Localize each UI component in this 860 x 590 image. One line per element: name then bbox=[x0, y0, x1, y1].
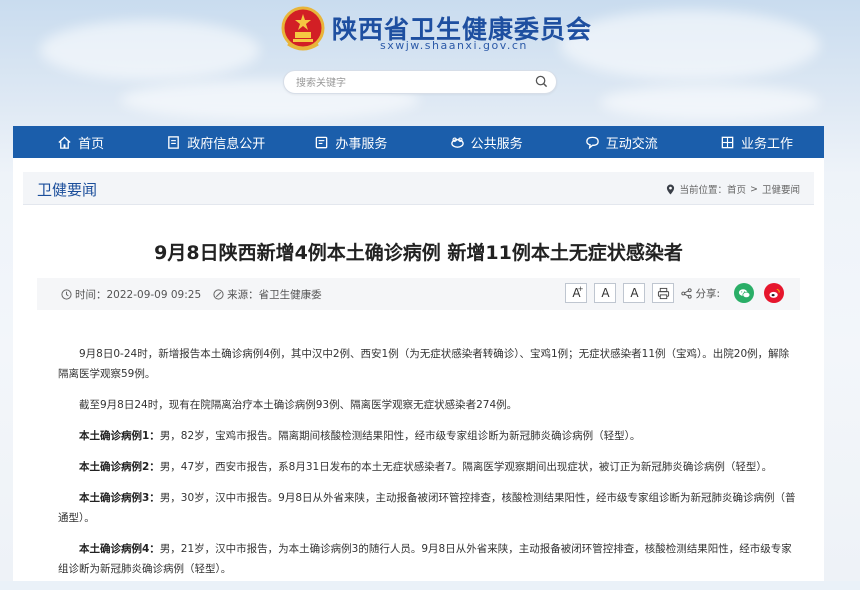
paragraph-text: 男，82岁，宝鸡市报告。隔离期间核酸检测结果阳性，经市级专家组诊断为新冠肺炎确诊… bbox=[159, 430, 641, 442]
article-body: 9月8日0-24时，新增报告本土确诊病例4例，其中汉中2例、西安1例（为无症状感… bbox=[58, 344, 798, 590]
paragraph-text: 9月8日0-24时，新增报告本土确诊病例4例，其中汉中2例、西安1例（为无症状感… bbox=[58, 348, 790, 380]
article-paragraph: 本土确诊病例1：男，82岁，宝鸡市报告。隔离期间核酸检测结果阳性，经市级专家组诊… bbox=[58, 426, 798, 446]
article-tools: A + A A 分享: bbox=[565, 283, 784, 303]
section-title: 卫健要闻 bbox=[37, 181, 98, 199]
font-size-default-button[interactable]: A bbox=[594, 283, 617, 303]
section-header: 卫健要闻 当前位置： 首页 > 卫健要闻 bbox=[23, 172, 814, 205]
nav-item-public-services[interactable]: 公共服务 bbox=[419, 126, 554, 158]
main-nav: 首页 政府信息公开 办事服务 公共服务 互动交流 业务工作 bbox=[13, 126, 824, 158]
publish-time: 2022-09-09 09:25 bbox=[106, 288, 202, 301]
site-logo[interactable]: 陕西省卫生健康委员会 sxwjw.shaanxi.gov.cn bbox=[280, 6, 591, 58]
search-box bbox=[283, 70, 557, 94]
paragraph-text: 男，47岁，西安市报告，系8月31日发布的本土无症状感染者7。隔离医学观察期间出… bbox=[159, 461, 773, 473]
article-paragraph: 本土确诊病例2：男，47岁，西安市报告，系8月31日发布的本土无症状感染者7。隔… bbox=[58, 457, 798, 477]
case-label: 本土确诊病例1： bbox=[79, 430, 160, 442]
share-label: 分享: bbox=[681, 286, 720, 301]
nav-item-services[interactable]: 办事服务 bbox=[283, 126, 418, 158]
time-label: 时间： bbox=[75, 289, 107, 301]
public-service-icon bbox=[450, 136, 464, 148]
nav-item-label: 公共服务 bbox=[470, 136, 523, 152]
nav-item-label: 互动交流 bbox=[605, 136, 658, 152]
service-icon bbox=[316, 136, 328, 148]
content-panel: 卫健要闻 当前位置： 首页 > 卫健要闻 9月8日陕西新增4例本土确诊病例 新增… bbox=[13, 158, 824, 581]
cloud-decoration bbox=[600, 85, 820, 120]
location-pin-icon bbox=[667, 184, 675, 194]
nav-item-gov-info[interactable]: 政府信息公开 bbox=[148, 126, 283, 158]
source-icon bbox=[213, 289, 224, 300]
breadcrumb-link-section[interactable]: 卫健要闻 bbox=[762, 182, 800, 196]
cloud-decoration bbox=[560, 10, 820, 80]
clock-icon bbox=[61, 289, 72, 300]
search-input[interactable] bbox=[294, 74, 528, 92]
breadcrumb: 当前位置： 首页 > 卫健要闻 bbox=[666, 182, 800, 196]
nav-item-label: 首页 bbox=[78, 136, 105, 152]
nav-item-label: 办事服务 bbox=[335, 136, 388, 152]
breadcrumb-prefix: 当前位置： bbox=[679, 185, 727, 196]
paragraph-text: 截至9月8日24时，现有在院隔离治疗本土确诊病例93例、隔离医学观察无症状感染者… bbox=[79, 399, 518, 411]
nav-item-interaction[interactable]: 互动交流 bbox=[554, 126, 689, 158]
font-size-decrease-button[interactable]: A bbox=[623, 283, 646, 303]
article-title: 9月8日陕西新增4例本土确诊病例 新增11例本土无症状感染者 bbox=[154, 242, 683, 264]
share-label-text: 分享: bbox=[695, 287, 720, 300]
article-source: 省卫生健康委 bbox=[258, 289, 322, 301]
nav-item-home[interactable]: 首页 bbox=[13, 126, 148, 158]
work-icon bbox=[721, 136, 734, 148]
font-plus-mark: + bbox=[577, 285, 584, 293]
weibo-icon bbox=[768, 288, 780, 298]
paragraph-text: 男，21岁，汉中市报告，为本土确诊病例3的随行人员。9月8日从外省来陕，主动报备… bbox=[58, 543, 792, 575]
article-paragraph: 本土确诊病例3：男，30岁，汉中市报告。9月8日从外省来陕，主动报备被闭环管控排… bbox=[58, 488, 798, 528]
home-icon bbox=[58, 135, 71, 149]
wechat-icon bbox=[738, 288, 750, 298]
nav-item-label: 政府信息公开 bbox=[187, 136, 266, 152]
article-paragraph: 9月8日0-24时，新增报告本土确诊病例4例，其中汉中2例、西安1例（为无症状感… bbox=[58, 344, 798, 384]
chat-icon bbox=[585, 136, 599, 149]
national-emblem-icon bbox=[281, 6, 325, 51]
case-label: 本土确诊病例4： bbox=[79, 543, 160, 555]
breadcrumb-separator: > bbox=[750, 183, 758, 195]
article-paragraph: 本土确诊病例4：男，21岁，汉中市报告，为本土确诊病例3的随行人员。9月8日从外… bbox=[58, 539, 798, 579]
case-label: 本土确诊病例3： bbox=[79, 492, 160, 504]
nav-item-business[interactable]: 业务工作 bbox=[689, 126, 824, 158]
print-icon bbox=[657, 287, 670, 299]
cloud-decoration bbox=[40, 20, 260, 80]
source-label: 来源： bbox=[227, 289, 259, 301]
font-size-increase-button[interactable]: A + bbox=[565, 283, 588, 303]
article-meta-bar: 时间： 2022-09-09 09:25 来源： 省卫生健康委 A + A A 分… bbox=[37, 278, 800, 310]
share-icon bbox=[681, 287, 693, 299]
share-weibo-button[interactable] bbox=[764, 283, 784, 303]
site-domain: sxwjw.shaanxi.gov.cn bbox=[380, 39, 528, 52]
article-paragraph: 截至9月8日24时，现有在院隔离治疗本土确诊病例93例、隔离医学观察无症状感染者… bbox=[58, 395, 798, 415]
article-meta: 时间： 2022-09-09 09:25 来源： 省卫生健康委 bbox=[61, 287, 322, 302]
breadcrumb-link-home[interactable]: 首页 bbox=[727, 182, 746, 196]
paragraph-text: 男，30岁，汉中市报告。9月8日从外省来陕，主动报备被闭环管控排查，核酸检测结果… bbox=[58, 492, 796, 524]
search-icon[interactable] bbox=[535, 75, 548, 88]
nav-item-label: 业务工作 bbox=[740, 136, 793, 152]
print-button[interactable] bbox=[652, 283, 675, 303]
font-button-label: A bbox=[630, 286, 639, 300]
document-icon bbox=[168, 135, 180, 149]
font-button-label: A bbox=[601, 286, 610, 300]
share-wechat-button[interactable] bbox=[734, 283, 754, 303]
case-label: 本土确诊病例2： bbox=[79, 461, 160, 473]
